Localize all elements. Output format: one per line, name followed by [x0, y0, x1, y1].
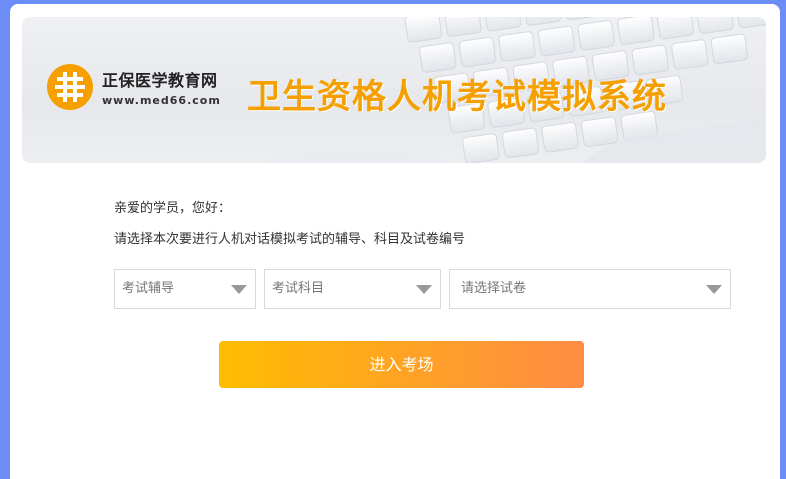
- paper-select-placeholder: 请选择试卷: [461, 281, 527, 296]
- subject-select-placeholder: 考试科目: [272, 281, 325, 296]
- greeting-text: 亲爱的学员，您好：: [114, 201, 232, 216]
- subject-select[interactable]: 考试科目: [264, 269, 441, 309]
- coaching-select-placeholder: 考试辅导: [122, 281, 175, 296]
- instruction-text: 请选择本次要进行人机对话模拟考试的辅导、科目及试卷编号: [114, 232, 466, 247]
- logo-mark-icon: [47, 64, 93, 110]
- brand-logo[interactable]: 正保医学教育网 www.med66.com: [46, 63, 221, 111]
- logo-brand: 正保: [102, 71, 136, 90]
- coaching-select[interactable]: 考试辅导: [114, 269, 256, 309]
- chevron-down-icon: [231, 285, 247, 294]
- paper-select[interactable]: 请选择试卷: [449, 269, 731, 309]
- chevron-down-icon: [416, 285, 432, 294]
- chevron-down-icon: [706, 285, 722, 294]
- logo-school: 医学教育网: [135, 71, 218, 90]
- login-card: 正保医学教育网 www.med66.com 卫生资格人机考试模拟系统 亲爱的学员…: [10, 4, 780, 479]
- header-banner: 正保医学教育网 www.med66.com 卫生资格人机考试模拟系统: [22, 17, 766, 163]
- system-title: 卫生资格人机考试模拟系统: [247, 77, 667, 117]
- enter-exam-button[interactable]: 进入考场: [219, 341, 584, 388]
- logo-url: www.med66.com: [102, 94, 221, 107]
- logo-name: 正保医学教育网: [102, 67, 221, 91]
